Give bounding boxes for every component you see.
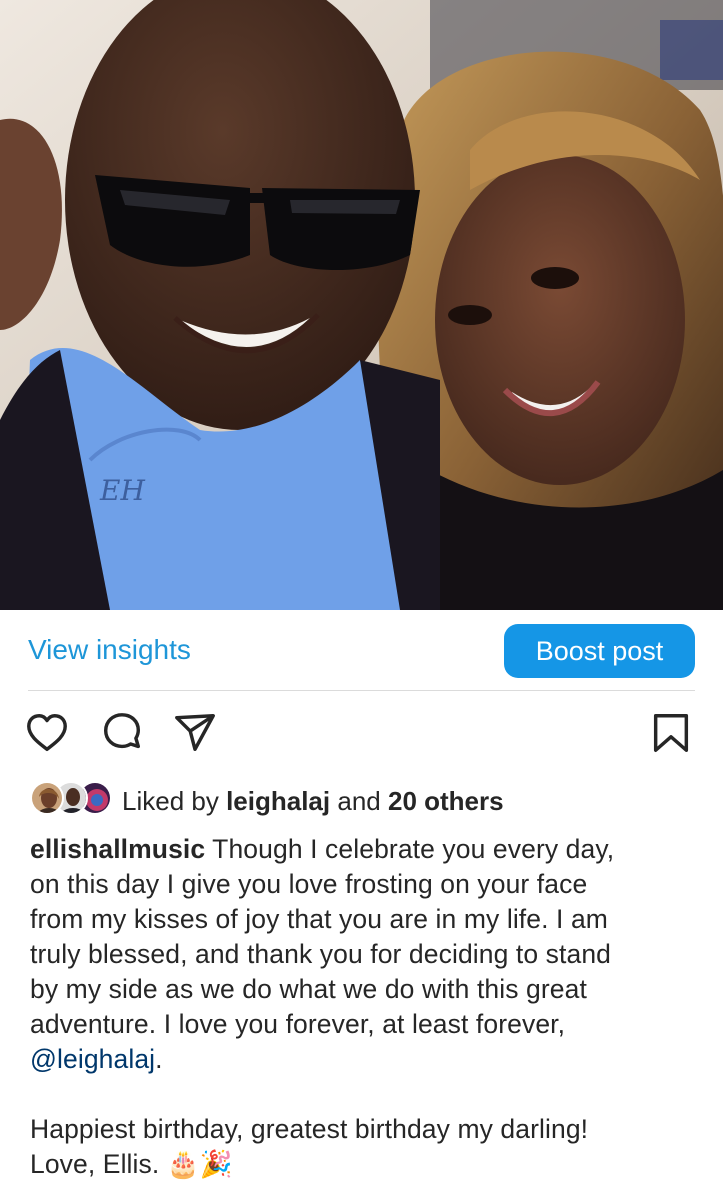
caption-line: Happiest birthday, greatest birthday my … [30,1114,589,1144]
caption-line: truly blessed, and thank you for decidin… [30,939,611,969]
bookmark-icon[interactable] [648,710,694,756]
liker-username[interactable]: leighalaj [226,786,330,816]
caption-line: Love, Ellis. 🎂🎉 [30,1147,700,1182]
photo-illustration: EH [0,0,723,610]
post-actions [0,710,723,760]
others-count[interactable]: 20 others [388,786,504,816]
svg-text:EH: EH [99,474,145,507]
insights-row: View insights Boost post [0,610,723,690]
cake-party-emoji: 🎂🎉 [166,1149,234,1180]
liker-avatars[interactable] [30,781,112,817]
mention-link[interactable]: @leighalaj [30,1044,155,1074]
caption-line: on this day I give you love frosting on … [30,869,588,899]
post-caption: ellishallmusic Though I celebrate you ev… [30,832,700,1182]
and-label: and [337,786,381,816]
caption-line: by my side as we do what we do with this… [30,974,587,1004]
divider [28,690,695,691]
paper-plane-icon[interactable] [172,710,218,756]
likes-summary[interactable]: Liked by leighalaj and 20 others [122,781,504,821]
author-username[interactable]: ellishallmusic [30,834,205,864]
caption-line: adventure. I love you forever, at least … [30,1009,566,1039]
caption-line: from my kisses of joy that you are in my… [30,904,608,934]
caption-line: ellishallmusic Though I celebrate you ev… [30,832,700,867]
avatar [30,781,64,815]
caption-text: Though I celebrate you every day, [205,834,615,864]
boost-post-button[interactable]: Boost post [504,624,695,678]
post-photo[interactable]: EH [0,0,723,610]
heart-icon[interactable] [24,710,70,756]
comment-bubble-icon[interactable] [99,710,145,756]
caption-line: @leighalaj. [30,1042,700,1077]
view-insights-link[interactable]: View insights [28,634,191,666]
caption-signoff: Love, Ellis. [30,1149,167,1179]
mention-suffix: . [155,1044,163,1074]
liked-by-label: Liked by [122,786,219,816]
